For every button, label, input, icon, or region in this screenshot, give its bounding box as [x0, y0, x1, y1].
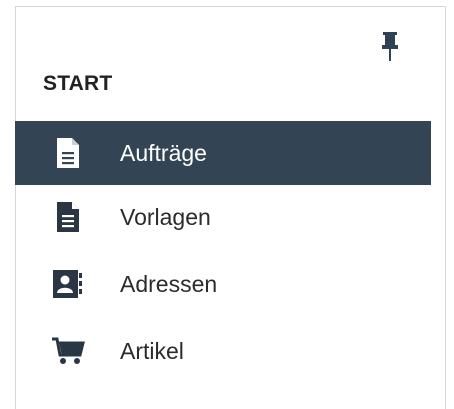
pin-icon[interactable]	[381, 32, 399, 62]
sidebar-item-vorlagen[interactable]: Vorlagen	[15, 185, 431, 249]
document-icon	[51, 135, 85, 171]
sidebar-item-adressen[interactable]: Adressen	[15, 252, 431, 316]
sidebar-item-label: Adressen	[120, 270, 218, 297]
sidebar-item-label: Vorlagen	[120, 203, 211, 230]
template-document-icon	[51, 199, 85, 235]
shopping-cart-icon	[51, 333, 85, 369]
address-book-icon	[51, 266, 85, 302]
sidebar-item-label: Artikel	[120, 337, 184, 364]
sidebar-item-artikel[interactable]: Artikel	[15, 319, 431, 383]
sidebar-item-auftraege[interactable]: Aufträge	[15, 121, 431, 185]
section-title: START	[43, 72, 113, 95]
sidebar-item-label: Aufträge	[120, 139, 207, 166]
